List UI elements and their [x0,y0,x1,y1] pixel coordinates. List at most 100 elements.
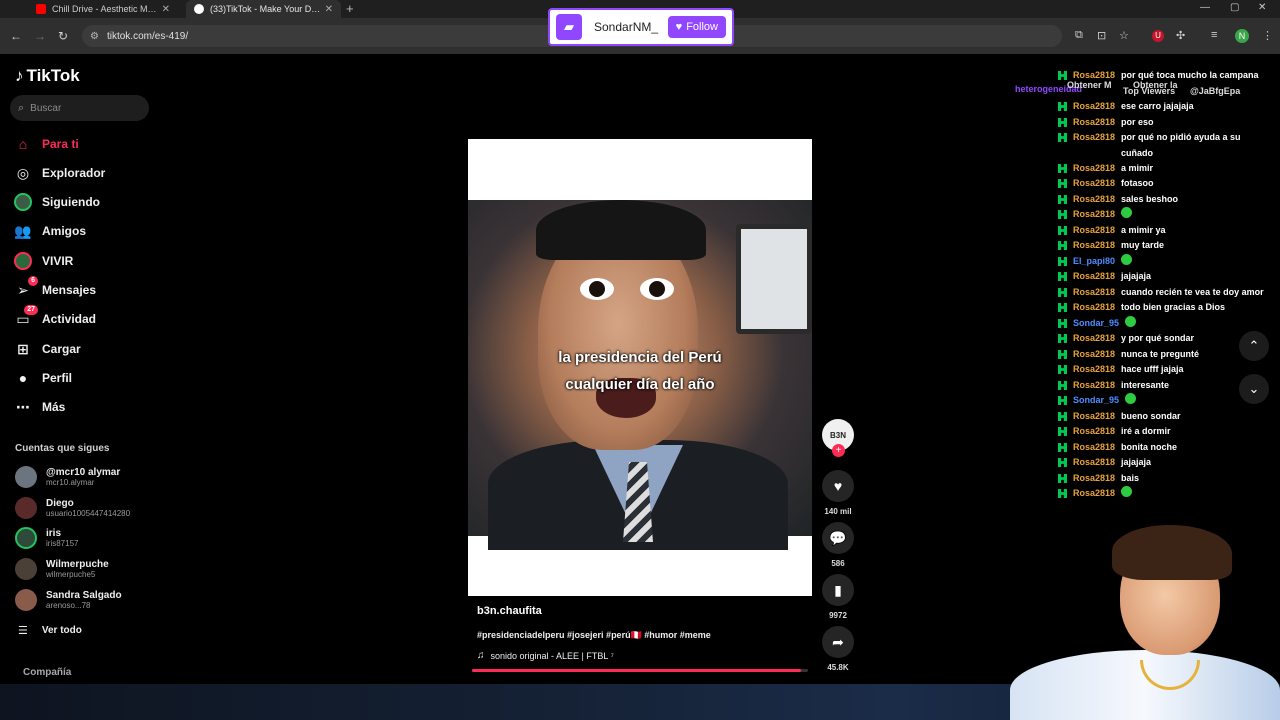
comment-count: 586 [831,559,845,568]
followed-account[interactable]: iris iris87157 [15,524,78,552]
new-tab-icon[interactable]: + [346,1,354,16]
chat-text: jajajaja [1121,271,1152,281]
account-handle: usuario1005447414280 [46,509,131,518]
forward-icon[interactable]: → [34,29,46,43]
messages-icon: ➢ 6 [14,276,38,299]
media-controls-icon[interactable]: ≡ [1211,29,1217,41]
nav-upload[interactable]: ⊞ Cargar [14,338,81,360]
maximize-icon[interactable]: ▢ [1230,2,1239,13]
avatar [15,466,37,488]
see-all-label: Ver todo [41,625,82,636]
video-caption: la presidencia del Perú cualquier día de… [468,344,812,398]
kick-badge-icon [1058,365,1067,374]
search-input[interactable]: ⌕ Buscar [10,95,149,121]
chat-text: por eso [1121,117,1154,127]
nav-for-you[interactable]: ⌂ Para ti [14,133,79,155]
nav-following[interactable]: Siguiendo [14,191,100,213]
chat-header-handle: @JaBfgEpa [1190,86,1241,96]
kick-badge-icon [1058,427,1067,436]
window-close-icon[interactable]: ✕ [1258,2,1266,13]
music-note-icon: ♫ [477,650,485,661]
chat-text: todo bien gracias a Dios [1121,302,1226,312]
followed-account[interactable]: Sandra Salgado arenoso...78 [15,586,122,614]
video-sound[interactable]: ♫ sonido original - ALEE | FTBL ⁷ [477,650,614,661]
like-button[interactable]: ♥ [822,470,854,502]
chat-header-top-viewers: Top Viewers [1123,86,1176,96]
sound-name: sonido original - ALEE | FTBL ⁷ [490,650,614,661]
comment-button[interactable]: 💬 [822,522,854,554]
share-button[interactable]: ➦ [822,626,854,658]
kick-badge-icon [1058,396,1067,405]
followed-account[interactable]: Wilmerpuche wilmerpuche5 [15,555,109,583]
minimize-icon[interactable]: — [1200,2,1210,13]
nav-live[interactable]: VIVIR [14,250,73,272]
kick-badge-icon [1058,350,1067,359]
chat-username: Rosa2818 [1073,411,1116,421]
tiktok-logo[interactable]: ♪ TikTok [15,66,80,86]
video-author[interactable]: b3n.chaufita [477,605,542,617]
chat-username: Sondar_95 [1073,395,1120,405]
chat-username: Rosa2818 [1073,240,1116,250]
nav-friends[interactable]: 👥 Amigos [14,220,86,242]
nav-label: Más [42,400,66,414]
scroll-up-button[interactable]: ⌃ [1239,331,1269,361]
nav-profile[interactable]: ● Perfil [14,367,72,389]
browser-menu-icon[interactable]: ⋮ [1262,29,1273,42]
chat-message: Rosa2818 fotasoo [1058,176,1273,192]
see-all-link[interactable]: ☰ Ver todo [18,624,82,637]
nav-messages[interactable]: ➢ 6 Mensajes [14,276,97,301]
video-hashtags[interactable]: #presidenciadelperu #josejeri #perú🇵🇪 #h… [477,630,711,641]
kick-badge-icon [1058,272,1067,281]
account-name: @mcr10 alymar [46,467,121,478]
kick-badge-icon [1058,118,1067,127]
tab-close-icon[interactable]: ✕ [162,4,170,15]
bookmark-star-icon[interactable]: ☆ [1119,29,1129,42]
nav-activity[interactable]: ▭ 27 Actividad [14,305,96,330]
chat-username: Rosa2818 [1073,209,1116,219]
company-link[interactable]: Compañía [23,667,71,678]
emote-icon [1121,207,1133,218]
video-progress-bar[interactable] [472,669,808,672]
chat-username: Rosa2818 [1073,271,1116,281]
reload-icon[interactable]: ↻ [58,29,68,43]
right-eye [640,278,674,300]
translate-icon[interactable]: ⧉ [1075,29,1083,42]
background-monitor [736,224,812,334]
nav-more[interactable]: ⋯ Más [14,396,65,418]
chat-username: Rosa2818 [1073,364,1116,374]
browser-tab-tiktok[interactable]: (33)TikTok - Make Your Day ✕ [186,0,341,18]
nav-label: Para ti [42,137,79,151]
chat-message: Rosa2818 cuando recién te vea te doy amor [1058,285,1273,301]
live-icon [14,252,32,270]
kick-badge-icon [1058,257,1067,266]
bookmark-icon: ▮ [834,581,842,598]
install-icon[interactable]: ⊡ [1097,29,1106,42]
video-player[interactable]: la presidencia del Perú cualquier día de… [468,139,812,596]
nav-explore[interactable]: ◎ Explorador [14,162,105,184]
avatar [15,589,37,611]
tab-close-icon[interactable]: ✕ [325,4,333,15]
save-button[interactable]: ▮ [822,574,854,606]
browser-tab-music[interactable]: Chill Drive - Aesthetic Musi ✕ [28,0,178,18]
scroll-down-button[interactable]: ⌄ [1239,374,1269,404]
messages-badge: 6 [28,276,38,286]
chat-text: ese carro jajajaja [1121,101,1194,111]
avatar [15,527,37,549]
site-info-icon[interactable]: ⚙ [90,31,99,42]
ublock-extension-icon[interactable]: U [1152,30,1164,42]
search-placeholder: Buscar [30,102,62,114]
follow-button[interactable]: ♥ Follow [667,16,726,38]
profile-avatar-icon[interactable]: N [1235,29,1249,43]
chat-message: Rosa2818 muy tarde [1058,238,1273,254]
follow-plus-icon[interactable]: + [832,444,845,457]
extensions-icon[interactable]: ✣ [1176,29,1185,42]
nav-label: Mensajes [42,283,97,297]
chat-text: jajajaja [1121,457,1152,467]
chat-text: a mimir ya [1121,225,1166,235]
followed-account[interactable]: @mcr10 alymar mcr10.alymar [15,463,120,491]
followed-account[interactable]: Diego usuario1005447414280 [15,494,130,522]
chat-message: Rosa2818 a mimir [1058,161,1273,177]
kick-badge-icon [1058,319,1067,328]
kick-badge-icon [1058,195,1067,204]
back-icon[interactable]: ← [10,29,22,43]
